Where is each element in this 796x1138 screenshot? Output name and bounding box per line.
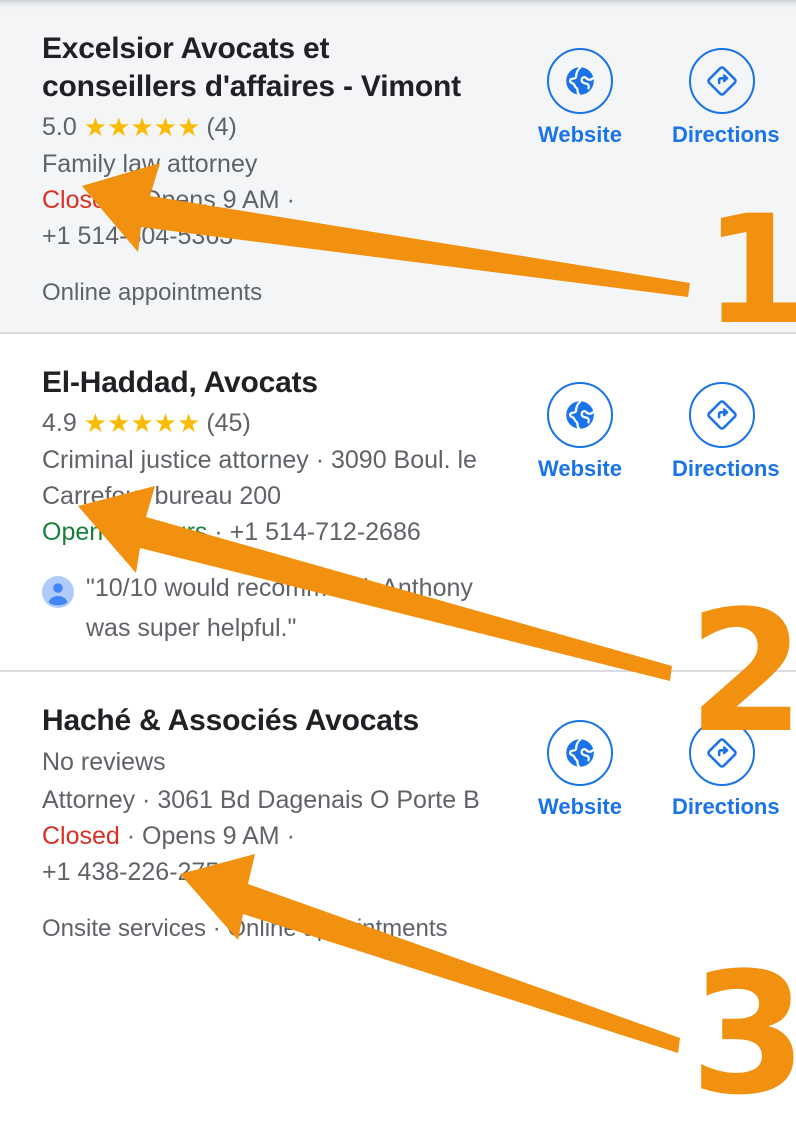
website-label: Website bbox=[538, 122, 622, 147]
star-rating-icon: ★★★★★ bbox=[83, 408, 201, 438]
annotation-number-3: 3 bbox=[690, 936, 796, 1132]
rating-row[interactable]: 4.9 ★★★★★ (45) bbox=[42, 406, 512, 440]
category-and-address: Family law attorney bbox=[42, 150, 258, 178]
directions-label: Directions bbox=[672, 122, 780, 147]
top-shadow-strip bbox=[0, 0, 796, 10]
globe-icon bbox=[566, 400, 594, 430]
phone-number[interactable]: +1 514-504-5363 bbox=[42, 218, 482, 254]
annotation-number-1: 1 bbox=[704, 184, 796, 358]
result-info: Excelsior Avocats et conseillers d'affai… bbox=[42, 30, 512, 310]
review-snippet: "10/10 would recommend, Anthony was supe… bbox=[42, 568, 512, 648]
website-button[interactable]: Website bbox=[530, 48, 630, 148]
directions-label: Directions bbox=[672, 794, 780, 819]
directions-label: Directions bbox=[672, 456, 780, 481]
website-icon-circle bbox=[547, 382, 613, 448]
services-line: Online appointments bbox=[42, 279, 263, 306]
directions-button[interactable]: Directions bbox=[672, 382, 780, 482]
local-results-list: Excelsior Avocats et conseillers d'affai… bbox=[0, 0, 796, 968]
open-status: Closed bbox=[42, 186, 120, 214]
review-count: (45) bbox=[206, 409, 251, 437]
category-and-address: Attorney · 3061 Bd Dagenais O Porte B bbox=[42, 786, 480, 814]
directions-icon-circle bbox=[689, 48, 755, 114]
website-icon-circle bbox=[547, 48, 613, 114]
review-count: (4) bbox=[206, 113, 237, 141]
annotation-number-2: 2 bbox=[688, 574, 796, 770]
result-info: El-Haddad, Avocats 4.9 ★★★★★ (45) Crimin… bbox=[42, 364, 512, 648]
website-label: Website bbox=[538, 456, 622, 481]
category-and-address: Criminal justice attorney · 3090 Boul. l… bbox=[42, 446, 477, 510]
result-info: Haché & Associés Avocats No reviews Atto… bbox=[42, 702, 512, 946]
open-status: Closed bbox=[42, 822, 120, 850]
globe-icon bbox=[566, 66, 594, 96]
business-name[interactable]: Haché & Associés Avocats bbox=[42, 702, 472, 740]
hours-note: Opens 9 AM bbox=[142, 186, 280, 214]
rating-row[interactable]: 5.0 ★★★★★ (4) bbox=[42, 110, 512, 144]
search-results-page: Excelsior Avocats et conseillers d'affai… bbox=[0, 0, 796, 1138]
review-quote: "10/10 would recommend, Anthony was supe… bbox=[86, 574, 473, 642]
star-rating-icon: ★★★★★ bbox=[83, 112, 201, 142]
services-line: Onsite services · Online appointments bbox=[42, 915, 448, 942]
directions-button[interactable]: Directions bbox=[672, 48, 780, 148]
local-result-card[interactable]: Excelsior Avocats et conseillers d'affai… bbox=[0, 0, 796, 332]
website-icon-circle bbox=[547, 720, 613, 786]
open-status: Open 24 hours bbox=[42, 518, 208, 546]
website-button[interactable]: Website bbox=[530, 382, 630, 482]
website-button[interactable]: Website bbox=[530, 720, 630, 820]
diamond-arrow-icon bbox=[707, 66, 737, 96]
hours-and-phone: Open 24 hours · +1 514-712-2686 bbox=[42, 518, 421, 546]
local-result-card[interactable]: El-Haddad, Avocats 4.9 ★★★★★ (45) Crimin… bbox=[0, 332, 796, 670]
result-actions: Website Directions bbox=[530, 48, 780, 148]
no-reviews-label: No reviews bbox=[42, 748, 166, 776]
directions-icon-circle bbox=[689, 382, 755, 448]
business-name[interactable]: El-Haddad, Avocats bbox=[42, 364, 472, 402]
local-result-card[interactable]: Haché & Associés Avocats No reviews Atto… bbox=[0, 670, 796, 968]
phone-number[interactable]: +1 514-712-2686 bbox=[230, 518, 421, 546]
business-name[interactable]: Excelsior Avocats et conseillers d'affai… bbox=[42, 30, 472, 106]
hours-note: Opens 9 AM bbox=[142, 822, 280, 850]
diamond-arrow-icon bbox=[707, 400, 737, 430]
hours-and-phone: Closed · Opens 9 AM · bbox=[42, 186, 295, 214]
hours-and-phone: Closed · Opens 9 AM · bbox=[42, 822, 295, 850]
globe-icon bbox=[566, 738, 594, 768]
website-label: Website bbox=[538, 794, 622, 819]
phone-number[interactable]: +1 438-226-2759 bbox=[42, 854, 482, 890]
rating-value: 5.0 bbox=[42, 113, 77, 141]
person-avatar-icon bbox=[42, 576, 74, 608]
rating-value: 4.9 bbox=[42, 409, 77, 437]
result-actions: Website Directions bbox=[530, 382, 780, 482]
